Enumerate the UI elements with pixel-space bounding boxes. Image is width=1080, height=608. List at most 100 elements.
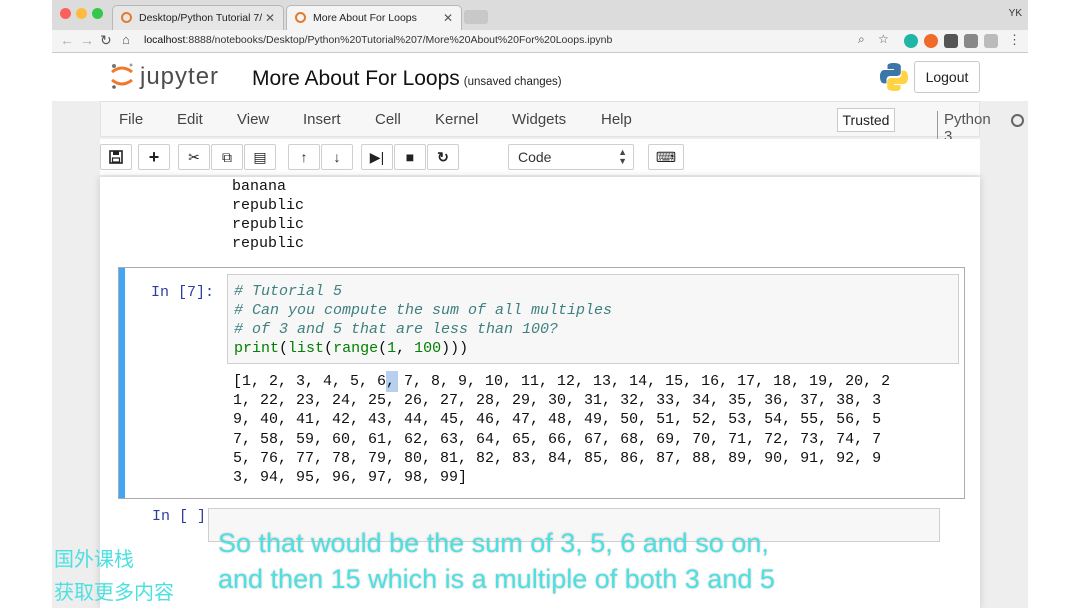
arrow-down-icon: ↓ [333, 149, 341, 165]
cell-type-value: Code [518, 149, 552, 165]
restart-kernel-button[interactable]: ↻ [427, 144, 459, 170]
back-icon[interactable]: ← [60, 32, 74, 48]
code-punct: ))) [441, 340, 469, 357]
cut-cell-button[interactable]: ✂ [178, 144, 210, 170]
command-palette-button[interactable]: ⌨ [648, 144, 684, 170]
output-line: [1, 2, 3, 4, 5, 6, 7, 8, 9, 10, 11, 12, … [233, 373, 891, 390]
code-punct: ( [279, 340, 289, 357]
watermark-line-2: 获取更多内容 [54, 582, 174, 604]
menu-insert[interactable]: Insert [303, 111, 341, 128]
insert-cell-button[interactable]: + [138, 144, 170, 170]
scissors-icon: ✂ [188, 149, 200, 165]
save-button[interactable] [100, 144, 132, 170]
step-forward-icon: ▶| [369, 149, 385, 165]
address-bar: ← → ↻ ⌂ localhost:8888/notebooks/Desktop… [52, 30, 1028, 53]
code-comment: # Can you compute the sum of all multipl… [234, 302, 613, 319]
copy-icon: ⧉ [222, 149, 232, 165]
input-prompt: In [7]: [151, 284, 215, 301]
menu-widgets[interactable]: Widgets [512, 111, 566, 128]
output-line: 7, 58, 59, 60, 61, 62, 63, 64, 65, 66, 6… [233, 430, 882, 448]
jupyter-page: jupyter More About For Loops (unsaved cha… [52, 53, 1028, 608]
tab-label: Desktop/Python Tutorial 7/ [139, 12, 263, 24]
tab-more-about-for-loops[interactable]: More About For Loops ✕ [286, 5, 462, 30]
menu-kernel[interactable]: Kernel [435, 111, 478, 128]
output-line: banana [232, 178, 287, 195]
floppy-disk-icon [109, 150, 123, 164]
reload-icon[interactable]: ↻ [100, 32, 112, 49]
bookmark-star-icon[interactable]: ☆ [878, 32, 889, 46]
menu-help[interactable]: Help [601, 111, 632, 128]
interrupt-button[interactable]: ■ [394, 144, 426, 170]
extension-grammarly-icon[interactable] [904, 34, 918, 48]
kernel-idle-icon [1011, 114, 1024, 127]
zoom-icon[interactable]: ⌕ [858, 32, 865, 47]
jupyter-logo-text[interactable]: jupyter [140, 63, 219, 91]
code-punct: ( [324, 340, 334, 357]
code-builtin: print [234, 340, 280, 357]
browser-menu-icon[interactable]: ⋮ [1008, 32, 1021, 48]
jupyter-logo-icon [111, 63, 133, 89]
empty-cell-prompt: In [ ]: [152, 508, 216, 525]
code-punct: , [396, 340, 415, 357]
extension-facebook-icon[interactable] [984, 34, 998, 48]
new-tab-button[interactable] [464, 10, 488, 24]
tab-desktop-tutorial[interactable]: Desktop/Python Tutorial 7/ ✕ [112, 5, 284, 30]
code-editor[interactable]: # Tutorial 5 # Can you compute the sum o… [227, 274, 959, 364]
extension-box-icon[interactable] [964, 34, 978, 48]
browser-window: Desktop/Python Tutorial 7/ ✕ More About … [52, 0, 1028, 608]
watermark-line-1: 国外课栈 [54, 549, 134, 571]
trusted-indicator[interactable]: Trusted [837, 108, 895, 132]
home-icon[interactable]: ⌂ [122, 32, 130, 47]
profile-badge[interactable]: YK [1009, 8, 1022, 19]
logout-button[interactable]: Logout [914, 61, 980, 93]
tab-label: More About For Loops [313, 12, 417, 24]
select-arrows-icon: ▲ ▼ [618, 147, 627, 166]
arrow-up-icon: ↑ [300, 149, 308, 165]
close-tab-icon[interactable]: ✕ [443, 11, 453, 25]
code-number: 100 [414, 340, 442, 357]
run-cell-button[interactable]: ▶| [361, 144, 393, 170]
subtitle-line-2: and then 15 which is a multiple of both … [218, 564, 775, 594]
paste-icon: ▤ [253, 149, 267, 165]
output-line: republic [232, 235, 305, 252]
previous-cell-output: banana republic republic republic [232, 177, 304, 253]
maximize-window-icon[interactable] [92, 8, 103, 19]
restart-icon: ↻ [437, 149, 449, 165]
close-tab-icon[interactable]: ✕ [265, 11, 275, 25]
extension-flame-icon[interactable] [924, 34, 938, 48]
menu-file[interactable]: File [119, 111, 143, 128]
extension-pocket-icon[interactable] [944, 34, 958, 48]
plus-icon: + [148, 147, 160, 167]
output-line: 9, 40, 41, 42, 43, 44, 45, 46, 47, 48, 4… [233, 411, 882, 429]
menu-view[interactable]: View [237, 111, 269, 128]
keyboard-icon: ⌨ [655, 149, 677, 165]
code-builtin: range [333, 340, 379, 357]
url-field[interactable]: localhost:8888/notebooks/Desktop/Python%… [144, 34, 612, 46]
menu-edit[interactable]: Edit [177, 111, 203, 128]
code-punct: ( [378, 340, 388, 357]
subtitle-line-1: So that would be the sum of 3, 5, 6 and … [218, 528, 769, 558]
copy-cell-button[interactable]: ⧉ [211, 144, 243, 170]
code-cell-selected[interactable]: In [7]: # Tutorial 5 # Can you compute t… [118, 267, 965, 499]
close-window-icon[interactable] [60, 8, 71, 19]
output-line: republic [232, 216, 305, 233]
forward-icon[interactable]: → [80, 32, 94, 48]
code-number: 1 [387, 340, 397, 357]
output-line: 3, 94, 95, 96, 97, 98, 99] [233, 469, 468, 487]
menu-cell[interactable]: Cell [375, 111, 401, 128]
code-comment: # of 3 and 5 that are less than 100? [234, 321, 559, 338]
paste-cell-button[interactable]: ▤ [244, 144, 276, 170]
output-line: republic [232, 197, 305, 214]
output-line: 5, 76, 77, 78, 79, 80, 81, 82, 83, 84, 8… [233, 449, 882, 467]
notebook-title[interactable]: More About For Loops (unsaved changes) [252, 67, 562, 91]
move-down-button[interactable]: ↓ [321, 144, 353, 170]
output-line: 1, 22, 23, 24, 25, 26, 27, 28, 29, 30, 3… [233, 392, 882, 410]
move-up-button[interactable]: ↑ [288, 144, 320, 170]
menu-bar: File Edit View Insert Cell Kernel Widget… [100, 101, 1024, 145]
left-letterbox [0, 0, 52, 608]
code-builtin: list [288, 340, 325, 357]
minimize-window-icon[interactable] [76, 8, 87, 19]
cell-type-select[interactable]: Code ▲ ▼ [508, 144, 634, 170]
cell-selection-bar [119, 268, 125, 498]
url-host: localhost [144, 34, 186, 46]
